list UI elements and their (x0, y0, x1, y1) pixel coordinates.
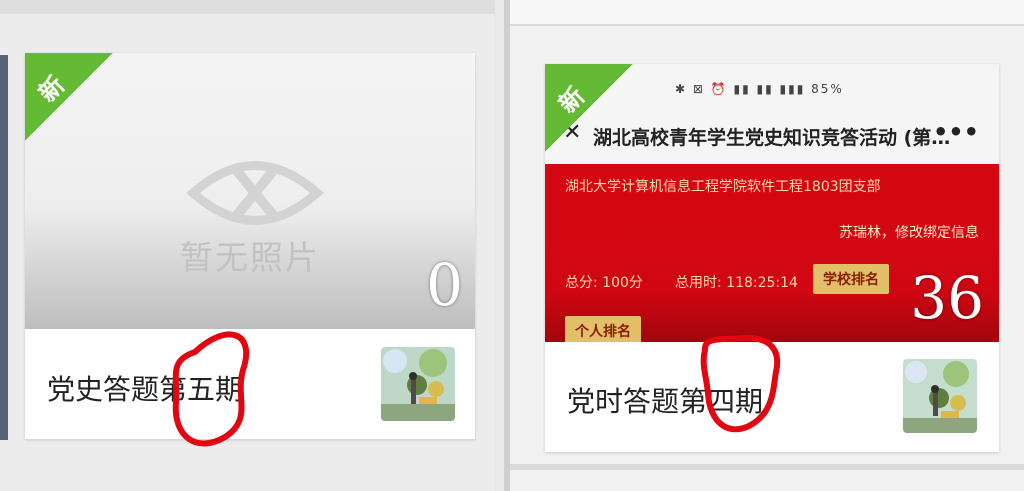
new-badge: 新 (25, 53, 113, 141)
score-text: 总分: 100分 (565, 275, 643, 291)
school-rank-button: 学校排名 (813, 264, 889, 294)
left-panel: 暂无照片 新 0 党史答题第五期 (0, 0, 495, 491)
phone-header-title: 湖北高校青年学生党史知识竞答活动 (第… (593, 127, 951, 149)
team-name: 湖北大学计算机信息工程学院软件工程1803团支部 (565, 179, 881, 195)
right-bottom-line (510, 464, 1024, 470)
card-footer: 党史答题第五期 (25, 329, 475, 439)
author-thumbnail[interactable] (903, 359, 977, 433)
left-edge-rail (0, 55, 8, 440)
photo-count: 36 (910, 264, 984, 332)
member-info: 苏瑞林，修改绑定信息 (839, 225, 979, 241)
personal-rank-button: 个人排名 (565, 316, 641, 342)
card-title[interactable]: 党时答题第四期 (567, 380, 763, 420)
author-thumbnail[interactable] (381, 347, 455, 421)
no-photo-text: 暂无照片 (180, 238, 320, 277)
album-card-2[interactable]: ✱ ⊠ ⏰ ▮▮ ▮▮ ▮▮▮ 85% ✕ 湖北高校青年学生党史知识竞答活动 (… (545, 64, 999, 452)
new-badge-label: 新 (33, 70, 71, 108)
album-card-1[interactable]: 暂无照片 新 0 党史答题第五期 (25, 53, 475, 439)
new-badge: 新 (545, 64, 633, 152)
phone-status-bar: ✱ ⊠ ⏰ ▮▮ ▮▮ ▮▮▮ 85% (675, 82, 844, 96)
time-text: 总用时: 118:25:14 (675, 275, 798, 291)
left-top-bar (0, 0, 495, 14)
card-title[interactable]: 党史答题第五期 (47, 368, 243, 408)
card-footer: 党时答题第四期 (545, 342, 999, 452)
right-top-bar (510, 0, 1024, 26)
new-badge-label: 新 (553, 81, 591, 119)
more-icon: ••• (932, 118, 979, 146)
photo-count: 0 (426, 251, 463, 319)
